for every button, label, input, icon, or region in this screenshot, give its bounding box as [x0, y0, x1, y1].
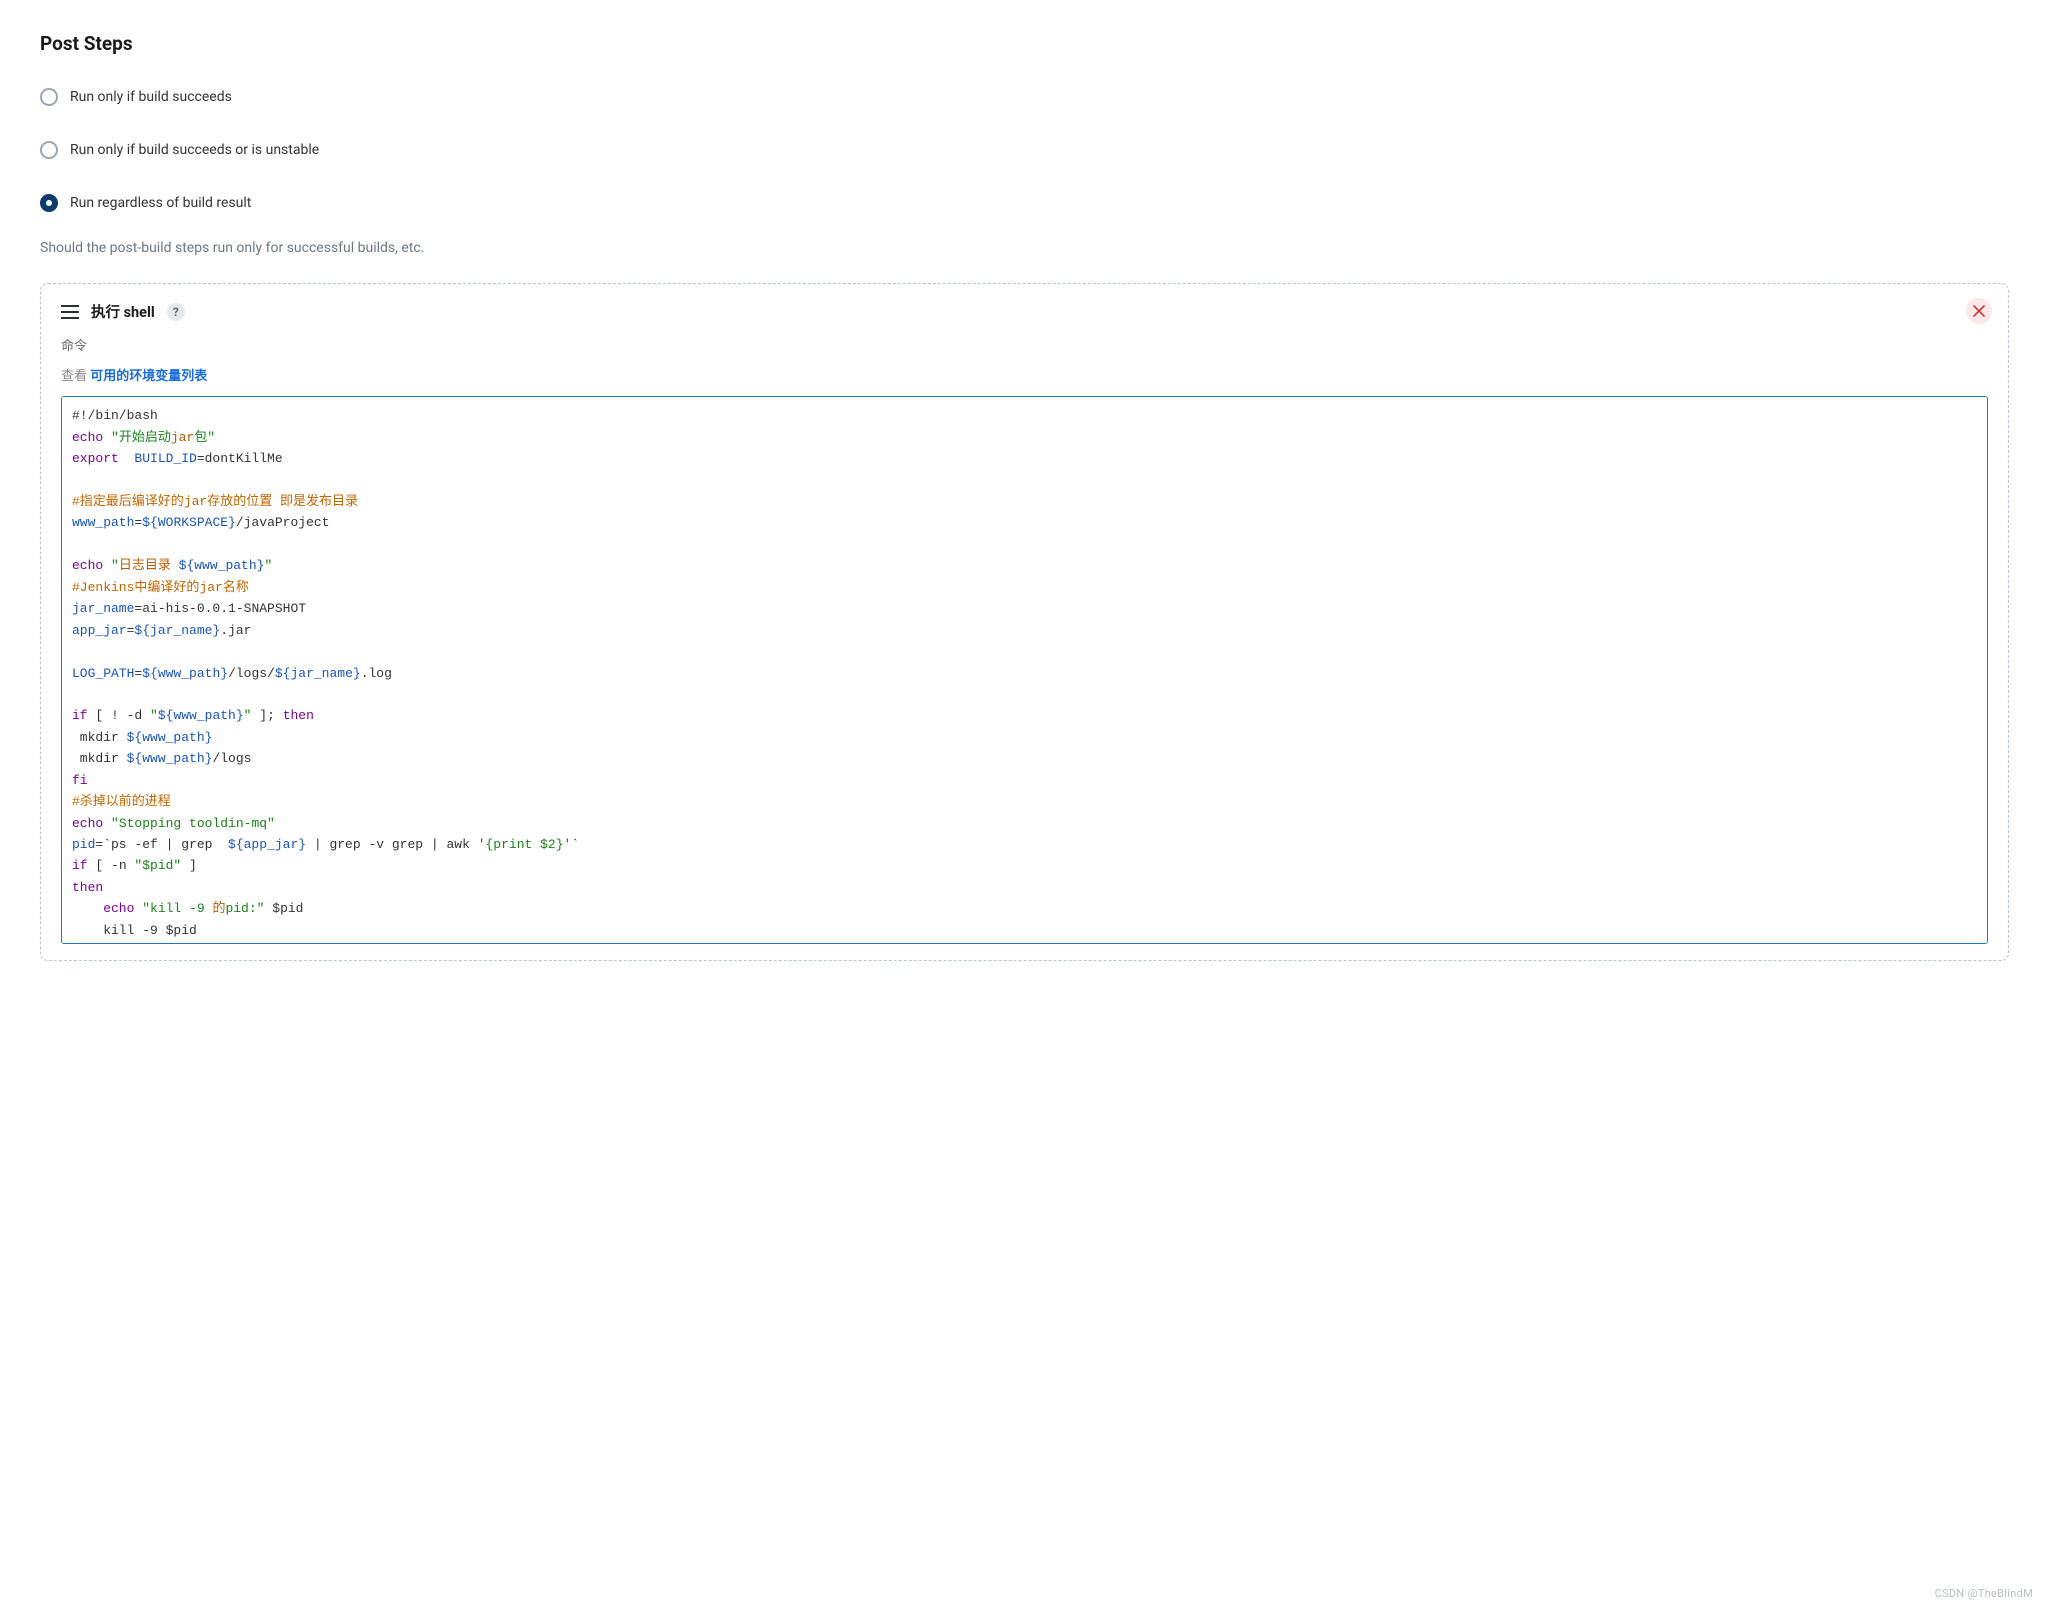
- code-token: ${WORKSPACE}: [142, 515, 236, 530]
- code-token: ];: [251, 708, 282, 723]
- radio-icon: [40, 88, 58, 106]
- radio-row-succeeds-or-unstable[interactable]: Run only if build succeeds or is unstabl…: [40, 140, 2009, 161]
- code-token: '{print $2}': [478, 837, 572, 852]
- code-token: mkdir: [72, 730, 127, 745]
- code-token: then: [72, 880, 103, 895]
- code-token: /javaProject: [236, 515, 330, 530]
- field-label: 命令: [61, 337, 1988, 357]
- code-token: .log: [361, 666, 392, 681]
- code-token: :": [249, 901, 265, 916]
- code-token: mkdir: [72, 751, 127, 766]
- radio-row-succeeds[interactable]: Run only if build succeeds: [40, 87, 2009, 108]
- code-token: if: [72, 708, 88, 723]
- code-token: [ ! -d: [88, 708, 150, 723]
- code-token: =ai-his-0.0.1-SNAPSHOT: [134, 601, 306, 616]
- section-title: Post Steps: [40, 30, 2009, 59]
- code-token: if: [72, 858, 88, 873]
- close-button[interactable]: [1966, 298, 1992, 324]
- code-token: "Stopping tooldin-mq": [111, 816, 275, 831]
- code-token: 中编译好的: [134, 580, 199, 595]
- code-token: [ -n: [88, 858, 135, 873]
- code-token: ": [111, 558, 119, 573]
- code-token: pid: [72, 837, 95, 852]
- code-token: pid: [225, 901, 248, 916]
- code-token: LOG_PATH: [72, 666, 134, 681]
- radio-row-regardless[interactable]: Run regardless of build result: [40, 193, 2009, 214]
- env-hint-prefix: 查看: [61, 369, 87, 384]
- code-token: `: [571, 837, 579, 852]
- code-token: jar_name: [72, 601, 134, 616]
- code-token: jar: [171, 430, 194, 445]
- env-hint: 查看 可用的环境变量列表: [61, 367, 1988, 387]
- code-token: echo: [72, 558, 111, 573]
- code-token: "kill -9: [142, 901, 212, 916]
- code-token: ${app_jar}: [228, 837, 306, 852]
- code-token: .jar: [220, 623, 251, 638]
- code-token: #杀掉以前的进程: [72, 794, 171, 809]
- help-icon[interactable]: ?: [167, 303, 185, 321]
- radio-label: Run only if build succeeds: [70, 87, 232, 108]
- code-token: www_path: [72, 515, 134, 530]
- code-token: "开始启动: [111, 430, 171, 445]
- code-token: ${www_path}: [127, 730, 213, 745]
- code-token: #指定最后编译好的: [72, 494, 184, 509]
- step-title: 执行 shell: [91, 302, 155, 324]
- shell-command-input[interactable]: #!/bin/bash echo "开始启动jar包" export BUILD…: [61, 396, 1988, 944]
- code-token: =`ps -ef | grep: [95, 837, 228, 852]
- watermark: CSDN @TheBlindM: [1935, 1586, 2033, 1603]
- code-token: app_jar: [72, 623, 127, 638]
- code-token: #Jenkins: [72, 580, 134, 595]
- code-token: export: [72, 451, 119, 466]
- code-token: ${jar_name}: [275, 666, 361, 681]
- radio-label: Run only if build succeeds or is unstabl…: [70, 140, 319, 161]
- code-token: ${www_path}: [158, 708, 244, 723]
- help-text: Should the post-build steps run only for…: [40, 238, 2009, 259]
- code-token: /logs: [212, 751, 251, 766]
- code-token: 存放的位置 即是发布目录: [207, 494, 358, 509]
- code-token: ${www_path}: [127, 751, 213, 766]
- radio-icon-selected: [40, 194, 58, 212]
- code-token: =dontKillMe: [197, 451, 283, 466]
- radio-icon: [40, 141, 58, 159]
- code-token: echo: [72, 816, 111, 831]
- code-token: | grep -v grep | awk: [306, 837, 478, 852]
- code-token: ": [264, 558, 272, 573]
- post-steps-radio-group: Run only if build succeeds Run only if b…: [40, 87, 2009, 214]
- code-token: /logs/: [228, 666, 275, 681]
- code-token: 的: [212, 901, 225, 916]
- code-token: 包": [194, 430, 215, 445]
- code-token: then: [283, 708, 314, 723]
- code-line: #!/bin/bash: [72, 408, 158, 423]
- code-token: 日志目录: [119, 558, 179, 573]
- code-token: echo: [72, 430, 111, 445]
- code-token: jar: [184, 494, 207, 509]
- close-icon: [1973, 305, 1985, 317]
- code-token: ": [150, 708, 158, 723]
- code-token: 名称: [223, 580, 249, 595]
- shell-step-block: 执行 shell ? 命令 查看 可用的环境变量列表 #!/bin/bash e…: [40, 283, 2009, 962]
- step-header: 执行 shell ?: [61, 302, 1988, 324]
- code-token: kill -9 $pid: [72, 923, 197, 938]
- env-vars-link[interactable]: 可用的环境变量列表: [90, 369, 207, 384]
- code-token: fi: [72, 773, 88, 788]
- code-token: ]: [181, 858, 197, 873]
- radio-label: Run regardless of build result: [70, 193, 251, 214]
- code-token: ${www_path}: [179, 558, 265, 573]
- code-token: echo: [72, 901, 142, 916]
- code-token: ${jar_name}: [134, 623, 220, 638]
- code-token: BUILD_ID: [119, 451, 197, 466]
- drag-handle-icon[interactable]: [61, 305, 79, 319]
- code-token: ${www_path}: [142, 666, 228, 681]
- code-token: $pid: [264, 901, 303, 916]
- code-token: "$pid": [134, 858, 181, 873]
- code-token: jar: [199, 580, 222, 595]
